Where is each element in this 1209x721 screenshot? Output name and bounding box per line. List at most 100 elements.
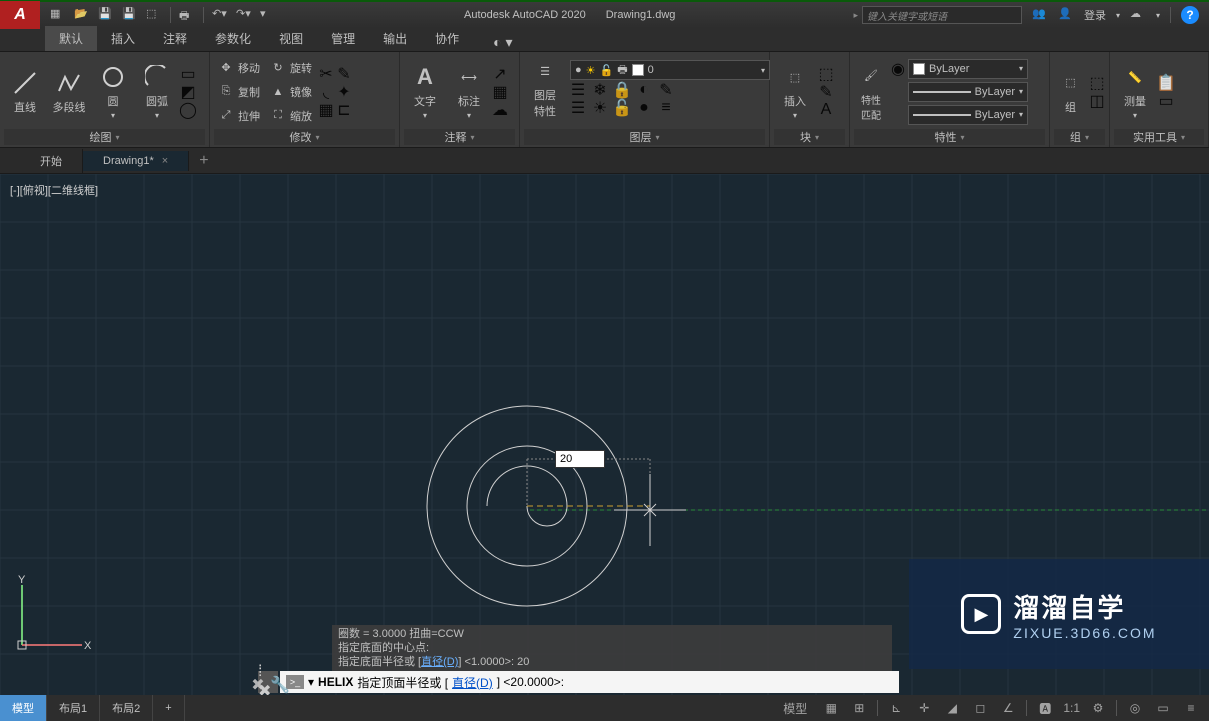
arc-button[interactable]: 圆弧▾ <box>136 56 178 128</box>
isodraft-icon[interactable]: ◢ <box>942 699 962 717</box>
lineweight-combo[interactable]: ByLayer <box>908 82 1028 102</box>
tab-parametric[interactable]: 参数化 <box>201 26 265 51</box>
layout-model[interactable]: 模型 <box>0 695 47 721</box>
array-icon[interactable]: ▦ <box>318 102 334 118</box>
layout-2[interactable]: 布局2 <box>100 695 153 721</box>
offset-icon[interactable]: ⊏ <box>336 102 352 118</box>
layer-on-icon[interactable]: ● <box>636 100 652 116</box>
layout-1[interactable]: 布局1 <box>47 695 100 721</box>
panel-annotation-label[interactable]: 注释 <box>404 129 515 145</box>
layer-thaw-icon[interactable]: ☀ <box>592 100 608 116</box>
leader-icon[interactable]: ↗ <box>492 66 508 82</box>
snap-toggle-icon[interactable]: ⊞ <box>849 699 869 717</box>
line-button[interactable]: 直线 <box>4 56 46 128</box>
layer-match-icon[interactable]: ≡ <box>658 100 674 116</box>
modelspace-button[interactable]: 模型 <box>777 699 813 717</box>
layer-lock-icon[interactable]: 🔒 <box>614 82 630 98</box>
dimension-button[interactable]: ⟷标注▾ <box>448 56 490 128</box>
panel-draw-label[interactable]: 绘图 <box>4 129 205 145</box>
tab-default[interactable]: 默认 <box>45 26 97 51</box>
command-line[interactable]: >_ ▾ HELIX 指定顶面半径或 [直径(D)] <20.0000>: <box>280 671 899 693</box>
annoscale-icon[interactable]: 🅰 <box>1035 699 1055 717</box>
panel-properties-label[interactable]: 特性 <box>854 129 1045 145</box>
insert-block-button[interactable]: ⬚插入▾ <box>774 56 816 128</box>
file-tab-drawing1[interactable]: Drawing1*× <box>83 151 189 171</box>
group-button[interactable]: ⬚组 <box>1054 56 1087 128</box>
signin-label[interactable]: 登录 <box>1084 7 1106 23</box>
wrench-icon[interactable]: 🔧 <box>272 677 288 693</box>
polar-icon[interactable]: ✛ <box>914 699 934 717</box>
move-button[interactable]: ✥移动 <box>214 57 264 79</box>
linetype-combo[interactable]: ByLayer <box>908 105 1028 125</box>
close-icon[interactable]: × <box>162 155 168 167</box>
rotate-button[interactable]: ↻旋转 <box>266 57 316 79</box>
match-properties-button[interactable]: 🖌特性 匹配 <box>854 56 888 128</box>
measure-button[interactable]: 📏测量▾ <box>1114 56 1156 128</box>
ungroup-icon[interactable]: ⬚ <box>1089 75 1105 91</box>
saveas-icon[interactable]: 💾 <box>122 7 138 23</box>
redo-icon[interactable]: ↷▾ <box>236 7 252 23</box>
grid-toggle-icon[interactable]: ▦ <box>821 699 841 717</box>
customize-icon[interactable]: ✖ <box>250 677 266 693</box>
app-logo[interactable]: A <box>0 1 40 29</box>
add-layout-button[interactable]: + <box>153 695 184 721</box>
panel-utilities-label[interactable]: 实用工具 <box>1114 129 1204 145</box>
tab-view[interactable]: 视图 <box>265 26 317 51</box>
fillet-icon[interactable]: ◟ <box>318 84 334 100</box>
ellipse-icon[interactable]: ◯ <box>180 102 196 118</box>
polyline-button[interactable]: 多段线 <box>48 56 90 128</box>
cloud-icon[interactable]: ☁ <box>492 102 508 118</box>
tab-annotate[interactable]: 注释 <box>149 26 201 51</box>
new-icon[interactable]: ▦ <box>50 7 66 23</box>
tab-insert[interactable]: 插入 <box>97 26 149 51</box>
search-input[interactable]: 键入关键字或短语 <box>862 6 1022 24</box>
save-icon[interactable]: 💾 <box>98 7 114 23</box>
tab-collaborate[interactable]: 协作 <box>421 26 473 51</box>
plot-icon[interactable]: 🖶 <box>179 7 195 23</box>
layer-uniso-icon[interactable]: ☰ <box>570 100 586 116</box>
clean-screen-icon[interactable]: ▭ <box>1153 699 1173 717</box>
help-icon[interactable]: ? <box>1181 6 1199 24</box>
layer-off-icon[interactable]: ◐ <box>636 82 652 98</box>
scale-label[interactable]: 1:1 <box>1063 699 1080 717</box>
create-block-icon[interactable]: ⬚ <box>818 66 834 82</box>
scale-button[interactable]: ⛶缩放 <box>266 105 316 127</box>
layer-combo[interactable]: ● ☀ 🔓 🖶 0 <box>570 60 770 80</box>
qat-dropdown-icon[interactable]: ▾ <box>260 7 276 23</box>
customize-status-icon[interactable]: ≡ <box>1181 699 1201 717</box>
otrack-icon[interactable]: ∠ <box>998 699 1018 717</box>
attribute-icon[interactable]: A <box>818 102 834 118</box>
layer-make-icon[interactable]: ✎ <box>658 82 674 98</box>
color-wheel-icon[interactable]: ◉ <box>890 61 906 77</box>
osnap-icon[interactable]: ◻ <box>970 699 990 717</box>
undo-icon[interactable]: ↶▾ <box>212 7 228 23</box>
panel-group-label[interactable]: 组 <box>1054 129 1105 145</box>
viewport-label[interactable]: [-][俯视][二维线框] <box>10 182 98 198</box>
file-tab-start[interactable]: 开始 <box>20 149 83 173</box>
workspace-icon[interactable]: ◎ <box>1125 699 1145 717</box>
copy-button[interactable]: ⎘复制 <box>214 81 264 103</box>
gear-icon[interactable]: ⚙ <box>1088 699 1108 717</box>
trim-icon[interactable]: ✂ <box>318 66 334 82</box>
tab-output[interactable]: 输出 <box>369 26 421 51</box>
paste-icon[interactable]: 📋 <box>1158 75 1174 91</box>
layer-iso-icon[interactable]: ☰ <box>570 82 586 98</box>
explode-icon[interactable]: ✦ <box>336 84 352 100</box>
panel-modify-label[interactable]: 修改 <box>214 129 395 145</box>
layer-freeze-icon[interactable]: ❄ <box>592 82 608 98</box>
infocenter-icon[interactable]: 👥 <box>1032 7 1048 23</box>
add-tab-button[interactable]: + <box>189 148 218 174</box>
diameter-option[interactable]: 直径(D) <box>452 674 493 691</box>
select-icon[interactable]: ▭ <box>1158 93 1174 109</box>
open-icon[interactable]: 📂 <box>74 7 90 23</box>
app-exchange-icon[interactable]: ☁ <box>1130 7 1146 23</box>
panel-block-label[interactable]: 块 <box>774 129 845 145</box>
layer-properties-button[interactable]: ☰图层 特性 <box>524 54 566 122</box>
color-combo[interactable]: ByLayer <box>908 59 1028 79</box>
hatch-icon[interactable]: ◩ <box>180 84 196 100</box>
circle-button[interactable]: 圆▾ <box>92 56 134 128</box>
ortho-icon[interactable]: ⊾ <box>886 699 906 717</box>
edit-block-icon[interactable]: ✎ <box>818 84 834 100</box>
mirror-button[interactable]: ▲镜像 <box>266 81 316 103</box>
rectangle-icon[interactable]: ▭ <box>180 66 196 82</box>
